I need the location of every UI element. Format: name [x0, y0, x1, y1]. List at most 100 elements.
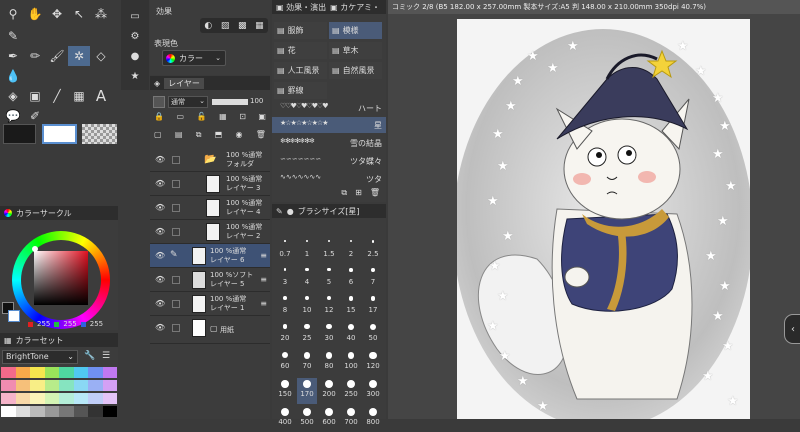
color-swatch[interactable] — [73, 406, 88, 417]
decoration-icon[interactable]: ✲ — [68, 46, 90, 66]
mode-gray-icon[interactable]: ▨ — [221, 21, 230, 31]
brush-size-option[interactable]: 40 — [341, 322, 361, 348]
color-swatch[interactable] — [30, 406, 45, 417]
material-item-pattern[interactable]: ▤ 模様 — [329, 22, 382, 39]
balloon-icon[interactable]: 💬 — [2, 106, 24, 126]
layer-row-paper[interactable]: 👁 ▢ 用紙 — [150, 316, 270, 344]
saturation-value-square[interactable] — [34, 251, 88, 305]
layer-checkbox[interactable] — [172, 300, 180, 308]
operation-icon[interactable]: ↖ — [68, 4, 90, 24]
color-swatch[interactable] — [88, 393, 103, 404]
mode-circle-icon[interactable]: ◐ — [204, 21, 212, 31]
new-raster-layer-icon[interactable]: ▢ — [154, 130, 162, 140]
lock-alpha-icon[interactable]: ▦ — [219, 112, 227, 121]
color-set-edit-icon[interactable]: 🔧 — [84, 351, 95, 361]
copy-layer-icon[interactable]: ⧉ — [196, 130, 202, 140]
side-panel-toggle[interactable]: ‹ — [784, 314, 800, 344]
brush-size-option[interactable]: 200 — [319, 378, 339, 404]
color-swatch[interactable] — [102, 393, 117, 404]
layer-menu-icon[interactable]: ≡ — [260, 299, 267, 308]
material-tab-icon[interactable]: ★ — [124, 66, 146, 86]
layer-checkbox[interactable] — [172, 180, 180, 188]
ruler-icon[interactable]: ✐ — [24, 106, 46, 126]
canvas-paper[interactable]: ★ ★ ★ ★ ★ ★ ★ ★ ★ ★ ★ ★ ★ ★ ★ ★ ★ ★ ★ ★ ★ ★ ★ ★ ★ ★ ★ ★ — [457, 19, 750, 419]
fill-icon[interactable]: ◈ — [2, 86, 24, 106]
material-item-plant[interactable]: ▤ 草木 — [329, 42, 382, 59]
brush-preview-heart[interactable]: ♡♡♥♡♥♡♥♡♥ ハート — [272, 100, 386, 116]
brush-preview-snow[interactable]: ❄✻❄✻❄✻❄ 雪の結晶 — [272, 135, 386, 151]
color-swatch[interactable] — [59, 406, 74, 417]
mode-icons[interactable]: ◐ ▨ ▩ ▦ — [200, 18, 268, 33]
color-circle-title[interactable]: カラーサークル — [16, 208, 72, 219]
color-swatch[interactable] — [1, 367, 16, 378]
brush-size-option[interactable]: 400 — [275, 406, 295, 432]
layer-checkbox[interactable] — [172, 324, 180, 332]
layer-row[interactable]: 👁 📂 100 %通常 フォルダ — [150, 148, 270, 172]
brush-size-option[interactable]: 500 — [297, 406, 317, 432]
layer-menu-icon[interactable]: ≡ — [260, 275, 267, 284]
color-swatch[interactable] — [1, 406, 16, 417]
sub-color-swatch-small[interactable] — [8, 310, 20, 322]
brush-size-option[interactable]: 100 — [341, 350, 361, 376]
add-icon[interactable]: ⊞ — [355, 188, 362, 202]
brush-size-option[interactable]: 800 — [363, 406, 383, 432]
color-swatch[interactable] — [15, 367, 30, 378]
eyedropper-icon[interactable]: ✎ — [2, 26, 24, 46]
new-folder-icon[interactable]: ▤ — [175, 130, 183, 140]
brush-size-option[interactable]: 15 — [341, 294, 361, 320]
eye-icon[interactable]: 👁 — [155, 179, 165, 188]
color-swatch[interactable] — [15, 393, 30, 404]
layer-row[interactable]: 👁 100 %通常 レイヤー 4 — [150, 196, 270, 220]
color-swatch[interactable] — [44, 393, 59, 404]
brush-size-option[interactable]: 30 — [319, 322, 339, 348]
brush-size-tab-icon[interactable]: ● — [124, 46, 146, 66]
material-item-flower[interactable]: ▤ 花 — [274, 42, 327, 59]
main-color-chip[interactable] — [3, 124, 36, 144]
brush-size-option[interactable]: 2 — [341, 238, 361, 264]
brush-size-option[interactable]: 70 — [297, 350, 317, 376]
brush-size-option[interactable]: 170 — [297, 378, 317, 404]
layer-row[interactable]: 👁 100 %ソフト レイヤー 5 ≡ — [150, 268, 270, 292]
brush-preview-vine[interactable]: ∿∿∿∿∿∿∿ ツタ — [272, 171, 386, 187]
delete-icon[interactable]: 🗑 — [370, 188, 380, 202]
canvas-workspace[interactable]: ★ ★ ★ ★ ★ ★ ★ ★ ★ ★ ★ ★ ★ ★ ★ ★ ★ ★ ★ ★ ★ ★ ★ ★ ★ ★ ★ ★ ‹ — [388, 14, 800, 419]
brush-size-option[interactable]: 0.7 — [275, 238, 295, 264]
brush-size-option[interactable]: 2.5 — [363, 238, 383, 264]
hue-marker[interactable] — [32, 246, 38, 252]
eraser-icon[interactable]: ◇ — [90, 46, 112, 66]
brush-preview-star[interactable]: ★☆★☆★☆★☆★ 星 — [272, 117, 386, 133]
color-set-title[interactable]: カラーセット — [16, 335, 64, 346]
layer-color-chip[interactable] — [153, 96, 165, 108]
sub-color-chip[interactable] — [42, 124, 77, 144]
layer-checkbox[interactable] — [172, 228, 180, 236]
brush-size-option[interactable]: 120 — [363, 350, 383, 376]
blend-icon[interactable]: 💧 — [2, 66, 24, 86]
tool-property-icon[interactable]: ⚙ — [124, 26, 146, 46]
brush-preview-vine-butterfly[interactable]: ∽∽∽∽∽∽∽ ツタ蝶々 — [272, 153, 386, 169]
move-icon[interactable]: ✥ — [46, 4, 68, 24]
brush-size-option[interactable]: 20 — [275, 322, 295, 348]
reference-layer-icon[interactable]: 🔒 — [154, 112, 164, 121]
layer-row-selected[interactable]: 👁 ✎ 100 %通常 レイヤー 6 ≡ — [150, 244, 270, 268]
brush-size-option[interactable]: 4 — [297, 266, 317, 292]
eye-icon[interactable]: 👁 — [155, 251, 165, 260]
color-swatch[interactable] — [73, 393, 88, 404]
brush-size-option[interactable]: 25 — [297, 322, 317, 348]
material-item-artificial-scene[interactable]: ▤ 人工風景 — [274, 62, 327, 79]
brush-size-option[interactable]: 300 — [363, 378, 383, 404]
pencil-icon[interactable]: ✏ — [24, 46, 46, 66]
layer-menu-icon[interactable]: ≡ — [260, 251, 267, 260]
brush-size-option[interactable]: 600 — [319, 406, 339, 432]
brush-size-option[interactable]: 700 — [341, 406, 361, 432]
color-swatch[interactable] — [1, 380, 16, 391]
clip-icon[interactable]: ⊡ — [239, 112, 246, 121]
layer-checkbox[interactable] — [172, 276, 180, 284]
blend-mode-select[interactable]: 通常 ⌄ — [168, 96, 208, 108]
color-swatch[interactable] — [102, 380, 117, 391]
magic-wand-icon[interactable]: ⁂ — [90, 4, 112, 24]
eye-icon[interactable]: 👁 — [155, 299, 165, 308]
material-item-ruled-line[interactable]: ▤ 罫線 — [274, 82, 327, 99]
layer-checkbox[interactable] — [172, 156, 180, 164]
brush-size-option[interactable]: 17 — [363, 294, 383, 320]
layer-tab-label[interactable]: レイヤー — [164, 77, 204, 89]
